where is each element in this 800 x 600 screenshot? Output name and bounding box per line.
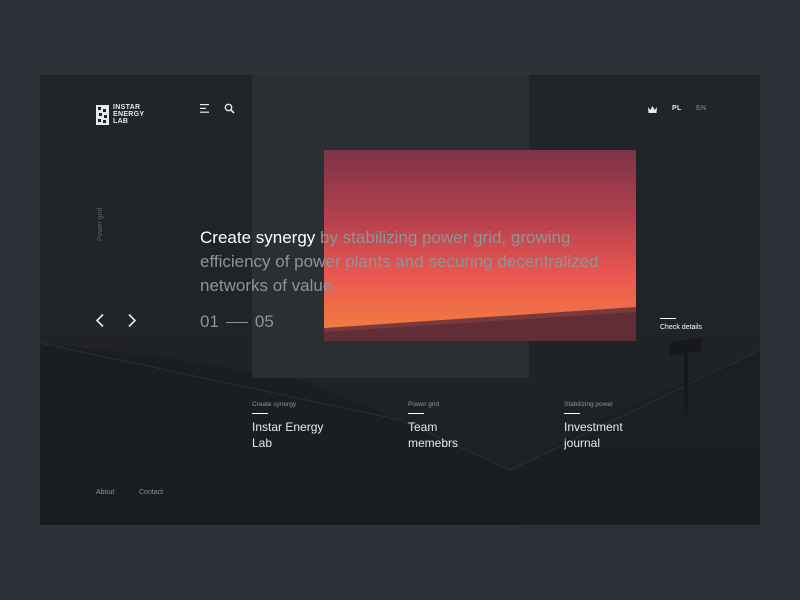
card-kicker: Stabilizing power: [564, 401, 614, 408]
card-title: Investment journal: [564, 420, 623, 450]
headline-emphasis: Create synergy: [200, 228, 316, 247]
card-kicker: Power grid: [408, 401, 440, 408]
logo[interactable]: INSTAR ENERGY LAB: [96, 104, 153, 125]
card-title: Instar Energy Lab: [252, 420, 324, 450]
chevron-left-icon[interactable]: [94, 313, 106, 328]
feature-card[interactable]: Stabilizing power Investment journal: [564, 401, 644, 451]
logo-text-line: INSTAR: [113, 104, 141, 111]
logo-text-line: ENERGY: [113, 111, 145, 118]
logo-text-line: LAB: [113, 118, 129, 125]
check-details-link[interactable]: Check details: [660, 318, 702, 331]
slide-counter-divider: [225, 321, 248, 323]
chevron-right-icon[interactable]: [126, 313, 138, 328]
logo-text: INSTAR ENERGY LAB: [113, 104, 153, 125]
hamburger-menu-icon[interactable]: [200, 104, 210, 113]
card-divider: [564, 413, 580, 414]
side-section-label: Power grid: [97, 207, 104, 241]
footer-link-contact[interactable]: Contact: [139, 489, 163, 496]
search-icon[interactable]: [224, 103, 235, 114]
language-pl[interactable]: PL: [672, 105, 682, 112]
footer-link-about[interactable]: About: [96, 489, 114, 496]
check-details-label: Check details: [660, 324, 703, 331]
slide-counter-total: 05: [254, 312, 274, 331]
feature-card[interactable]: Create synergy Instar Energy Lab: [252, 401, 332, 451]
slide-counter-current: 01: [200, 312, 219, 331]
feature-card[interactable]: Power grid Team memebrs: [408, 401, 488, 451]
card-divider: [252, 413, 268, 414]
language-en[interactable]: EN: [696, 105, 706, 112]
crown-icon[interactable]: [648, 106, 657, 113]
link-underline: [660, 318, 676, 319]
hero-headline: Create synergy by stabilizing power grid…: [200, 226, 630, 298]
card-divider: [408, 413, 424, 414]
card-title: Team memebrs: [408, 420, 459, 450]
hero-frame: INSTAR ENERGY LAB PL EN Power grid Creat…: [40, 75, 760, 525]
logo-mark-icon: [96, 104, 109, 125]
slide-counter: 01 05: [200, 312, 274, 332]
card-kicker: Create synergy: [252, 401, 297, 408]
